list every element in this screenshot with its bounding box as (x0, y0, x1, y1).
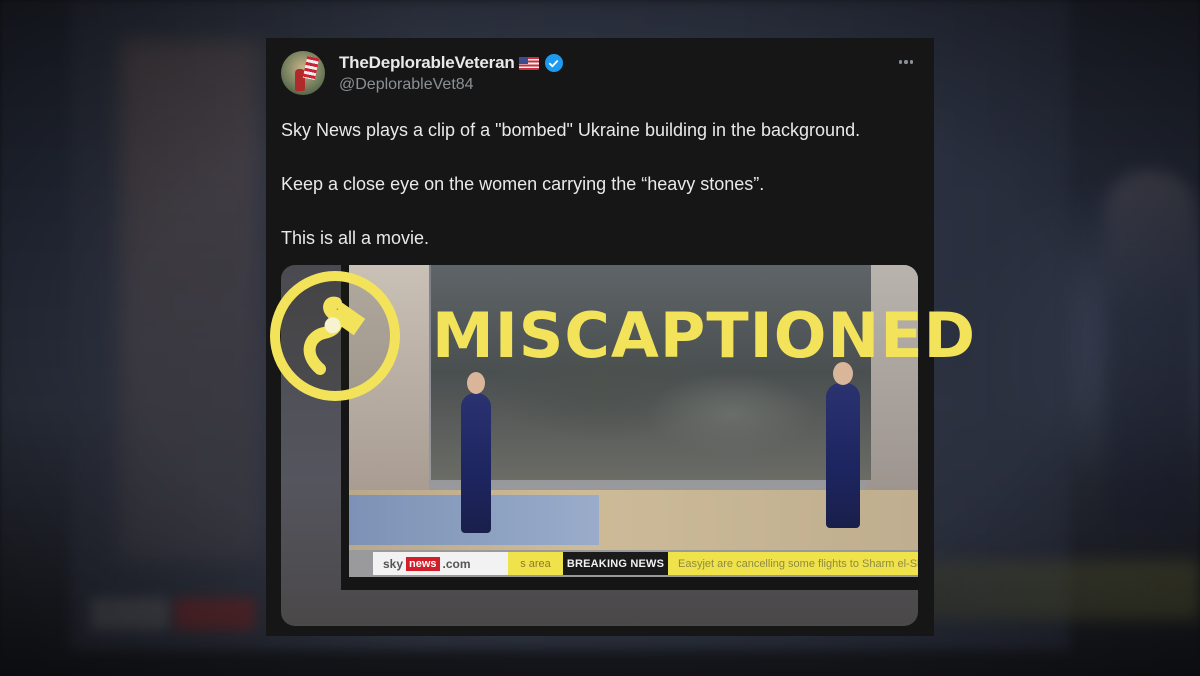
us-flag-icon (518, 56, 539, 70)
snopes-logo-icon (270, 271, 400, 401)
tweet-text-line-3: This is all a movie. (281, 228, 430, 248)
name-row: TheDeplorableVeteran (339, 52, 563, 74)
ticker-news: news (406, 556, 440, 571)
display-name[interactable]: TheDeplorableVeteran (339, 53, 515, 73)
verified-badge-icon (544, 54, 563, 72)
avatar[interactable] (281, 51, 325, 95)
ticker-area: s area (508, 552, 563, 575)
ticker-scroll: Easyjet are cancelling some flights to S… (668, 552, 918, 575)
ticker-sky: sky (383, 556, 404, 571)
more-options-icon[interactable] (896, 52, 916, 72)
handle[interactable]: @DeplorableVet84 (339, 76, 474, 94)
rating-stamp: MISCAPTIONED (270, 270, 976, 402)
ticker-com: .com (442, 556, 471, 571)
ticker-breaking: BREAKING NEWS (563, 552, 668, 575)
presenter-right (826, 383, 860, 528)
ticker-logo: sky news .com (373, 552, 508, 575)
tweet-text-line-1: Sky News plays a clip of a "bombed" Ukra… (281, 120, 861, 140)
presenter-left (461, 393, 491, 533)
tweet-text-line-2: Keep a close eye on the women carrying t… (281, 174, 765, 194)
stamp-label: MISCAPTIONED (432, 299, 977, 372)
avatar-flag (302, 55, 320, 81)
news-ticker: sky news .com s area BREAKING NEWS Easyj… (373, 552, 918, 575)
